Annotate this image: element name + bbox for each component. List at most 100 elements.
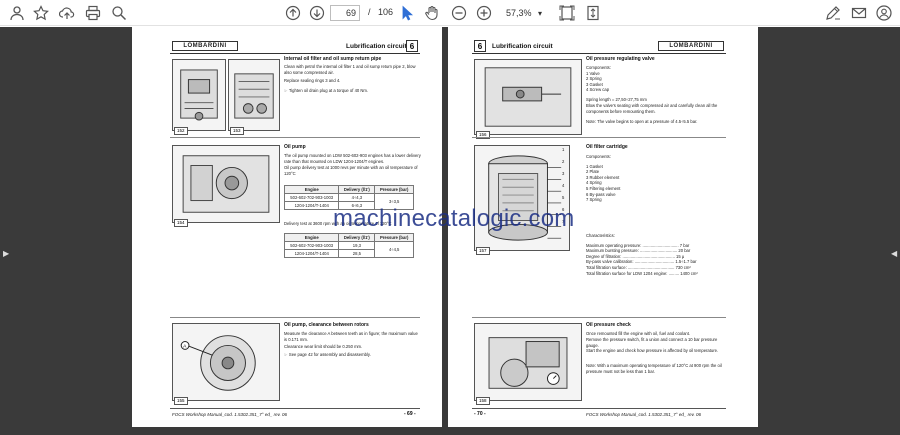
page-separator: / [368,7,371,17]
fit-page-icon[interactable] [558,4,576,22]
user-icon[interactable] [8,4,26,22]
table-cell: 1204-1204/T-1404 [283,201,340,210]
page-number: - 70 - [474,411,486,417]
page-number-input[interactable]: 69 [330,5,360,21]
section-title: Oil filter cartridge [586,144,628,150]
column-header: Pressure (bar) [374,185,414,194]
chapter-number: 6 [406,40,418,52]
table-cell: 19,3 [338,241,376,250]
table-header-row: Engine Delivery (l/1') Pressure (bar) [283,233,414,242]
note: Note: With a maximum operating temperatu… [586,363,722,374]
figure-oil-pressure-check [474,323,582,401]
section-divider [170,137,420,138]
component-list: Components: 1 Gasket 2 Plate 3 Rubber el… [586,154,726,203]
paragraph: Replace sealing rings 3 and 4. [284,78,341,83]
figure-tag: 152 [174,127,188,135]
zoom-out-icon[interactable] [450,4,468,22]
callout-label: 3 [562,171,565,176]
section-divider [170,317,420,318]
section-title: Internal oil filter and oil sump return … [284,56,382,62]
callout-label: 4 [562,183,565,188]
zoom-level-value: 57,3% [506,8,532,18]
table-cell: 4÷4,5 [374,241,414,258]
cloud-upload-icon[interactable] [58,4,76,22]
paragraph-text: See page 42 for assembly and disassembly… [288,352,371,357]
paragraph: ☞ See page 42 for assembly and disassemb… [284,352,422,358]
paragraph: Once remounted fill the engine with oil,… [586,331,691,336]
table-cell: 502-602-702-903-1003 [283,241,340,250]
paragraph: Spring length = 27,50÷27,75 mm [586,97,647,102]
viewer-toolbar: 69 / 106 57,3% ▾ [0,0,900,26]
page-footer: FOCS Workshop Manual_cod. 1.5302.351_7° … [586,412,702,417]
lombardini-logo: LOMBARDINI [658,41,724,51]
figure-tag: 157 [476,247,490,255]
column-header: Delivery (l/1') [338,185,376,194]
header-rule [472,53,726,54]
table-cell: 28,5 [338,249,376,258]
note: Note: The valve begins to open at a pres… [586,119,698,124]
figure-tag: 155 [174,397,188,405]
page-total: 106 [378,7,394,17]
zoom-level-select[interactable]: 57,3% ▾ [500,5,548,21]
account-icon[interactable] [875,4,893,22]
figure-oil-filter [172,59,226,131]
table-row: 502-602-702-903-1003 4÷4,3 3÷3,5 [283,193,414,210]
paragraph: Clean with petrol the internal oil filte… [284,64,416,75]
right-panel-toggle-icon[interactable]: ◀ [891,249,899,259]
column-header: Delivery (l/1') [338,233,376,242]
footer-rule [170,408,420,409]
next-page-icon[interactable] [308,4,326,22]
page-header-title: Lubrification circuit [346,43,407,50]
select-cursor-icon[interactable] [398,4,416,22]
page-header-title: Lubrification circuit [492,43,553,50]
component-list: Components: 1 Valve 2 Spring 3 Gasket 4 … [586,65,726,93]
figure-tag: 153 [230,127,244,135]
section-title: Oil pump [284,144,306,150]
delivery-table-3600rpm: Engine Delivery (l/1') Pressure (bar) 50… [283,233,414,258]
print-icon[interactable] [84,4,102,22]
edit-sign-icon[interactable] [824,4,842,22]
table-cell: 1204-1204/T-1404 [283,249,340,258]
figure-tag: 154 [174,219,188,227]
previous-page-icon[interactable] [284,4,302,22]
paragraph: ☞ Tighten oil drain plug at a torque of … [284,88,422,94]
figure-oil-filter-cartridge [474,145,570,251]
table-row: 502-602-702-903-1003 19,3 4÷4,5 [283,241,414,258]
paragraph: Clearance wear limit should be 0.250 mm. [284,344,363,349]
paragraph: Blow the valve's seating with compressed… [586,103,718,114]
section-title: Oil pressure regulating valve [586,56,655,62]
figure-sump-pipe [228,59,280,131]
table-header-row: Engine Delivery (l/1') Pressure (bar) [283,185,414,194]
figure-tag: 158 [476,397,490,405]
figure-rotor-clearance: A [172,323,280,401]
callout-label: 1 [562,147,565,152]
paragraph: The oil pump mounted on LDW 502-602-903 … [284,153,421,164]
watermark-text: machinecatalogic.com [333,205,575,232]
list-item: Total filtration surface for LDW 1204 en… [586,270,698,276]
search-zoom-icon[interactable] [110,4,128,22]
paragraph-text: Tighten oil drain plug at a torque of 40… [288,88,369,93]
left-panel-toggle-icon[interactable]: ▶ [3,249,11,259]
paragraph: Remove the pressure switch, fit a union … [586,337,718,348]
scroll-mode-icon[interactable] [584,4,602,22]
paragraph: Measure the clearance A between teeth as… [284,331,418,342]
table-cell: 502-602-702-903-1003 [283,193,340,202]
bookmark-star-icon[interactable] [32,4,50,22]
callout-label: 2 [562,159,565,164]
list-item: 7 Spring [586,197,602,203]
hand-tool-icon[interactable] [423,4,441,22]
mail-icon[interactable] [850,4,868,22]
characteristics-list: Characteristics: Maximum operating press… [586,233,728,276]
chapter-number: 6 [474,40,486,52]
column-header: Pressure (bar) [374,233,414,242]
column-header: Engine [283,233,340,242]
paragraph: Oil pump delivery test at 1000 revs per … [284,165,418,176]
figure-pressure-valve [474,59,582,135]
page-number: - 69 - [404,411,416,417]
footer-rule [472,408,726,409]
table-cell: 4÷4,3 [338,193,376,202]
page-footer: FOCS Workshop Manual_cod. 1.5302.351_7° … [172,412,288,417]
zoom-in-icon[interactable] [475,4,493,22]
header-rule [170,53,420,54]
section-title: Oil pressure check [586,322,631,328]
